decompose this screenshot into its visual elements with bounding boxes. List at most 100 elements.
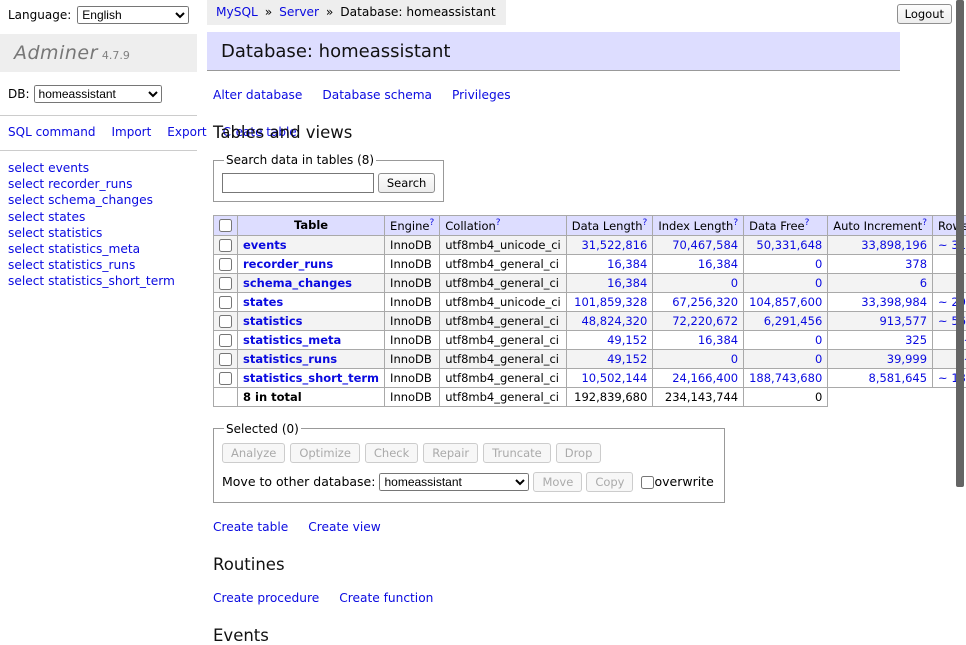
- search-button[interactable]: Search: [378, 173, 436, 193]
- index-length-link[interactable]: 67,256,320: [672, 295, 738, 309]
- selected-action-button[interactable]: Drop: [556, 443, 602, 463]
- auto-increment-link[interactable]: 913,577: [879, 314, 927, 328]
- sidebar-select-table-link[interactable]: select schema_changes: [8, 192, 197, 208]
- data-length-link[interactable]: 101,859,328: [574, 295, 647, 309]
- routine-create-link[interactable]: Create function: [339, 591, 433, 605]
- table-name-link[interactable]: schema_changes: [243, 276, 352, 290]
- sidebar-action-link[interactable]: Export: [167, 125, 206, 139]
- move-button[interactable]: Move: [533, 472, 582, 492]
- table-name-link[interactable]: states: [243, 295, 283, 309]
- database-action-link[interactable]: Alter database: [213, 88, 302, 102]
- events-heading: Events: [213, 626, 907, 645]
- data-length-link[interactable]: 16,384: [607, 276, 647, 290]
- auto-increment-link[interactable]: 325: [905, 333, 927, 347]
- engine-cell: InnoDB: [385, 235, 440, 254]
- auto-increment-link[interactable]: 33,398,984: [861, 295, 927, 309]
- table-name-link[interactable]: recorder_runs: [243, 257, 333, 271]
- index-length-link[interactable]: 0: [731, 352, 738, 366]
- auto-increment-link[interactable]: 39,999: [887, 352, 927, 366]
- auto-increment-link[interactable]: 6: [920, 276, 927, 290]
- data-length-cell: 101,859,328: [566, 292, 653, 311]
- copy-button[interactable]: Copy: [586, 472, 633, 492]
- help-icon[interactable]: ?: [643, 218, 648, 228]
- data-free-link[interactable]: 0: [815, 352, 822, 366]
- row-checkbox[interactable]: [219, 334, 232, 347]
- data-free-link[interactable]: 188,743,680: [749, 371, 822, 385]
- database-action-link[interactable]: Privileges: [452, 88, 511, 102]
- help-icon[interactable]: ?: [922, 218, 927, 228]
- row-checkbox[interactable]: [219, 258, 232, 271]
- row-checkbox[interactable]: [219, 315, 232, 328]
- move-database-select[interactable]: homeassistant: [379, 473, 529, 491]
- total-data-free-cell: 0: [744, 387, 828, 406]
- engine-cell: InnoDB: [385, 330, 440, 349]
- table-name-link[interactable]: statistics: [243, 314, 303, 328]
- sidebar-select-table-link[interactable]: select statistics_runs: [8, 257, 197, 273]
- table-name-link[interactable]: events: [243, 238, 287, 252]
- index-length-link[interactable]: 16,384: [698, 257, 738, 271]
- overwrite-label[interactable]: overwrite: [654, 474, 713, 489]
- create-link[interactable]: Create view: [308, 520, 380, 534]
- data-free-link[interactable]: 0: [815, 276, 822, 290]
- sidebar-select-table-link[interactable]: select recorder_runs: [8, 176, 197, 192]
- breadcrumb-mysql-link[interactable]: MySQL: [216, 5, 258, 19]
- selected-action-button[interactable]: Repair: [423, 443, 478, 463]
- data-free-link[interactable]: 6,291,456: [764, 314, 823, 328]
- data-length-link[interactable]: 49,152: [607, 333, 647, 347]
- row-checkbox[interactable]: [219, 239, 232, 252]
- row-checkbox[interactable]: [219, 277, 232, 290]
- sidebar-select-table-link[interactable]: select statistics_short_term: [8, 273, 197, 289]
- sidebar-select-table-link[interactable]: select statistics_meta: [8, 241, 197, 257]
- selected-action-button[interactable]: Analyze: [222, 443, 285, 463]
- sidebar-select-table-link[interactable]: select statistics: [8, 225, 197, 241]
- sidebar-select-table-link[interactable]: select states: [8, 209, 197, 225]
- data-length-link[interactable]: 48,824,320: [581, 314, 647, 328]
- logout-button[interactable]: Logout: [897, 4, 952, 24]
- data-free-link[interactable]: 104,857,600: [749, 295, 822, 309]
- vertical-scrollbar-thumb[interactable]: [956, 0, 964, 487]
- data-free-link[interactable]: 50,331,648: [756, 238, 822, 252]
- help-icon[interactable]: ?: [733, 218, 738, 228]
- search-input[interactable]: [222, 173, 374, 193]
- selected-action-button[interactable]: Truncate: [483, 443, 551, 463]
- table-row: statistics_meta InnoDB utf8mb4_general_c…: [214, 330, 966, 349]
- routine-create-link[interactable]: Create procedure: [213, 591, 319, 605]
- help-icon[interactable]: ?: [429, 218, 434, 228]
- help-icon[interactable]: ?: [496, 218, 501, 228]
- language-select[interactable]: English: [77, 6, 189, 24]
- create-link[interactable]: Create table: [213, 520, 288, 534]
- index-length-link[interactable]: 72,220,672: [672, 314, 738, 328]
- selected-action-button[interactable]: Check: [365, 443, 418, 463]
- index-length-link[interactable]: 24,166,400: [672, 371, 738, 385]
- database-action-link[interactable]: Database schema: [322, 88, 432, 102]
- row-checkbox[interactable]: [219, 296, 232, 309]
- table-name-link[interactable]: statistics_meta: [243, 333, 341, 347]
- data-length-link[interactable]: 10,502,144: [581, 371, 647, 385]
- auto-increment-link[interactable]: 8,581,645: [869, 371, 928, 385]
- index-length-link[interactable]: 16,384: [698, 333, 738, 347]
- sidebar-select-table-link[interactable]: select events: [8, 160, 197, 176]
- breadcrumb-server-link[interactable]: Server: [279, 5, 319, 19]
- table-name-link[interactable]: statistics_short_term: [243, 371, 379, 385]
- data-length-link[interactable]: 16,384: [607, 257, 647, 271]
- data-free-link[interactable]: 0: [815, 333, 822, 347]
- help-icon[interactable]: ?: [805, 218, 810, 228]
- auto-increment-link[interactable]: 33,898,196: [861, 238, 927, 252]
- row-checkbox[interactable]: [219, 353, 232, 366]
- index-length-link[interactable]: 0: [731, 276, 738, 290]
- row-checkbox[interactable]: [219, 372, 232, 385]
- table-name-link[interactable]: statistics_runs: [243, 352, 337, 366]
- auto-increment-link[interactable]: 378: [905, 257, 927, 271]
- data-free-link[interactable]: 0: [815, 257, 822, 271]
- data-length-link[interactable]: 31,522,816: [581, 238, 647, 252]
- selected-legend: Selected (0): [224, 422, 301, 436]
- sidebar-action-link[interactable]: Import: [111, 125, 151, 139]
- selected-action-button[interactable]: Optimize: [290, 443, 360, 463]
- index-length-link[interactable]: 70,467,584: [672, 238, 738, 252]
- select-all-checkbox[interactable]: [219, 219, 232, 232]
- sidebar-action-link[interactable]: SQL command: [8, 125, 95, 139]
- overwrite-checkbox[interactable]: [641, 476, 654, 489]
- data-length-link[interactable]: 49,152: [607, 352, 647, 366]
- data-free-cell: 50,331,648: [744, 235, 828, 254]
- db-select[interactable]: homeassistant: [34, 85, 162, 103]
